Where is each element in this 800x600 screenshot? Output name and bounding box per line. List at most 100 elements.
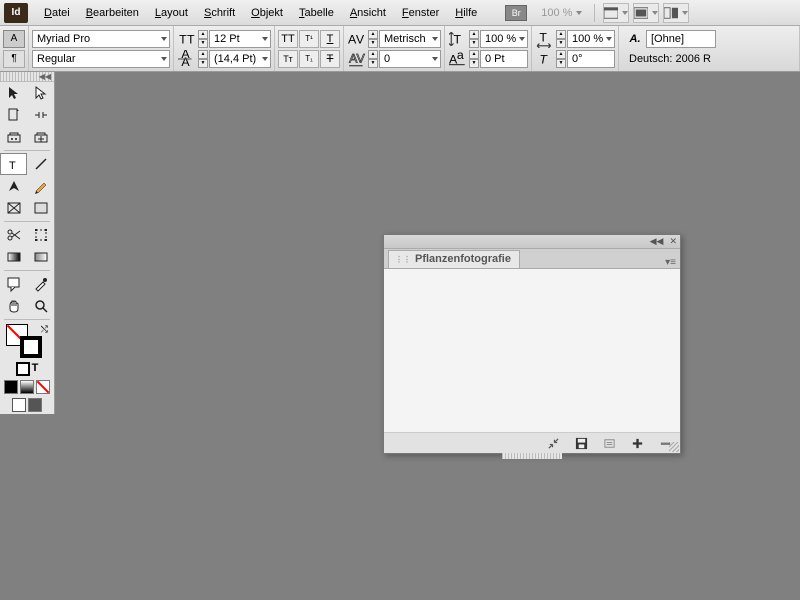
rectangle-tool[interactable] <box>27 197 54 219</box>
pen-tool[interactable] <box>0 175 27 197</box>
formatting-text-button[interactable]: T <box>32 362 39 376</box>
content-placer-tool[interactable] <box>27 126 54 148</box>
svg-text:A: A <box>181 54 190 67</box>
menu-type[interactable]: Schrift <box>196 3 243 23</box>
font-family-combo[interactable]: Myriad Pro <box>32 30 170 48</box>
character-mode-toggle[interactable]: A <box>3 30 25 48</box>
vscale-combo[interactable]: 100 % <box>480 30 528 48</box>
panel-info-icon[interactable] <box>602 436 616 450</box>
tracking-combo[interactable]: 0 <box>379 50 441 68</box>
superscript-button[interactable]: T¹ <box>299 30 319 48</box>
panel-tab-row: ⋮⋮ Pflanzenfotografie ▾≡ <box>384 249 680 269</box>
leading-value: (14,4 Pt) <box>214 53 256 65</box>
language-combo[interactable]: Deutsch: 2006 R <box>625 50 715 68</box>
direct-selection-tool[interactable] <box>27 82 54 104</box>
menu-window[interactable]: Fenster <box>394 3 447 23</box>
svg-text:a: a <box>457 50 464 62</box>
skew-combo[interactable]: 0° <box>567 50 615 68</box>
rectangle-frame-tool[interactable] <box>0 197 27 219</box>
normal-view-button[interactable] <box>12 398 26 412</box>
underline-button[interactable]: T <box>320 30 340 48</box>
panel-flyout-menu-button[interactable]: ▾≡ <box>665 257 676 268</box>
screen-mode-button[interactable] <box>603 3 629 23</box>
leading-stepper[interactable]: ▲▼ <box>198 50 208 68</box>
font-size-stepper[interactable]: ▲▼ <box>198 30 208 48</box>
baseline-shift-combo[interactable]: 0 Pt <box>480 50 528 68</box>
arrange-documents-button[interactable] <box>633 3 659 23</box>
font-style-combo[interactable]: Regular <box>32 50 170 68</box>
kerning-stepper[interactable]: ▲▼ <box>368 30 378 48</box>
character-style-combo[interactable]: [Ohne] <box>646 30 716 48</box>
hscale-stepper[interactable]: ▲▼ <box>556 30 566 48</box>
baseline-shift-value: 0 Pt <box>485 53 505 65</box>
panel-thumbnail-view-icon[interactable] <box>546 436 560 450</box>
vscale-stepper[interactable]: ▲▼ <box>469 30 479 48</box>
vscale-icon: T <box>448 30 468 48</box>
tracking-value: 0 <box>384 53 390 65</box>
font-size-combo[interactable]: 12 Pt <box>209 30 271 48</box>
font-size-icon: TT <box>177 30 197 48</box>
gap-tool[interactable] <box>27 104 54 126</box>
menu-table[interactable]: Tabelle <box>291 3 342 23</box>
menu-layout[interactable]: Layout <box>147 3 196 23</box>
svg-text:AV: AV <box>349 51 365 65</box>
bridge-button[interactable]: Br <box>505 5 527 21</box>
hscale-icon: T <box>535 30 555 48</box>
subscript-button[interactable]: T₁ <box>299 50 319 68</box>
toolbox-grip[interactable]: ◀◀ <box>0 72 54 82</box>
panel-new-item-icon[interactable] <box>630 436 644 450</box>
zoom-level-display[interactable]: 100 % <box>541 7 582 19</box>
apply-color-row <box>0 378 54 396</box>
scissors-tool[interactable] <box>0 224 27 246</box>
gradient-feather-tool[interactable] <box>27 246 54 268</box>
baseline-shift-stepper[interactable]: ▲▼ <box>469 50 479 68</box>
skew-icon: T <box>535 50 555 68</box>
control-bar: A ¶ Myriad Pro Regular TT ▲▼ 12 Pt AA ▲▼… <box>0 26 800 72</box>
gradient-swatch-tool[interactable] <box>0 246 27 268</box>
strikethrough-button[interactable]: T <box>320 50 340 68</box>
menu-edit[interactable]: Bearbeiten <box>78 3 147 23</box>
stroke-swatch[interactable] <box>20 336 42 358</box>
formatting-container-button[interactable] <box>16 362 30 376</box>
eyedropper-tool[interactable] <box>27 273 54 295</box>
page-tool[interactable] <box>0 104 27 126</box>
zoom-tool[interactable] <box>27 295 54 317</box>
apply-color-button[interactable] <box>4 380 18 394</box>
baseline-shift-icon: Aa <box>448 50 468 68</box>
content-collector-tool[interactable] <box>0 126 27 148</box>
panel-titlebar[interactable]: ◀◀ ✕ <box>384 235 680 249</box>
panel-close-icon[interactable]: ✕ <box>669 236 677 247</box>
skew-stepper[interactable]: ▲▼ <box>556 50 566 68</box>
free-transform-tool[interactable] <box>27 224 54 246</box>
line-tool[interactable] <box>27 153 54 175</box>
smallcaps-button[interactable]: Tᴛ <box>278 50 298 68</box>
panel-resize-handle[interactable] <box>669 442 679 452</box>
paragraph-mode-toggle[interactable]: ¶ <box>3 50 25 68</box>
menu-help[interactable]: Hilfe <box>447 3 485 23</box>
character-style-value: [Ohne] <box>651 33 684 45</box>
hand-tool[interactable] <box>0 295 27 317</box>
note-tool[interactable] <box>0 273 27 295</box>
apply-gradient-button[interactable] <box>20 380 34 394</box>
panel-bottom-grip[interactable] <box>502 453 561 459</box>
allcaps-button[interactable]: TT <box>278 30 298 48</box>
tracking-stepper[interactable]: ▲▼ <box>368 50 378 68</box>
menu-view[interactable]: Ansicht <box>342 3 394 23</box>
leading-combo[interactable]: (14,4 Pt) <box>209 50 271 68</box>
type-tool[interactable]: T <box>0 153 27 175</box>
apply-none-button[interactable] <box>36 380 50 394</box>
panel-collapse-icon[interactable]: ◀◀ <box>650 236 664 247</box>
panel-tab[interactable]: ⋮⋮ Pflanzenfotografie <box>388 250 520 268</box>
hscale-combo[interactable]: 100 % <box>567 30 615 48</box>
swap-fill-stroke-icon[interactable]: ⤭ <box>41 324 48 335</box>
pencil-tool[interactable] <box>27 175 54 197</box>
workspace-switcher-button[interactable] <box>663 3 689 23</box>
preview-view-button[interactable] <box>28 398 42 412</box>
fill-stroke-swatch[interactable]: ⤭ <box>0 322 54 360</box>
kerning-combo[interactable]: Metrisch <box>379 30 441 48</box>
svg-text:T: T <box>539 30 547 44</box>
menu-object[interactable]: Objekt <box>243 3 291 23</box>
selection-tool[interactable] <box>0 82 27 104</box>
panel-save-icon[interactable] <box>574 436 588 450</box>
menu-file[interactable]: Datei <box>36 3 78 23</box>
